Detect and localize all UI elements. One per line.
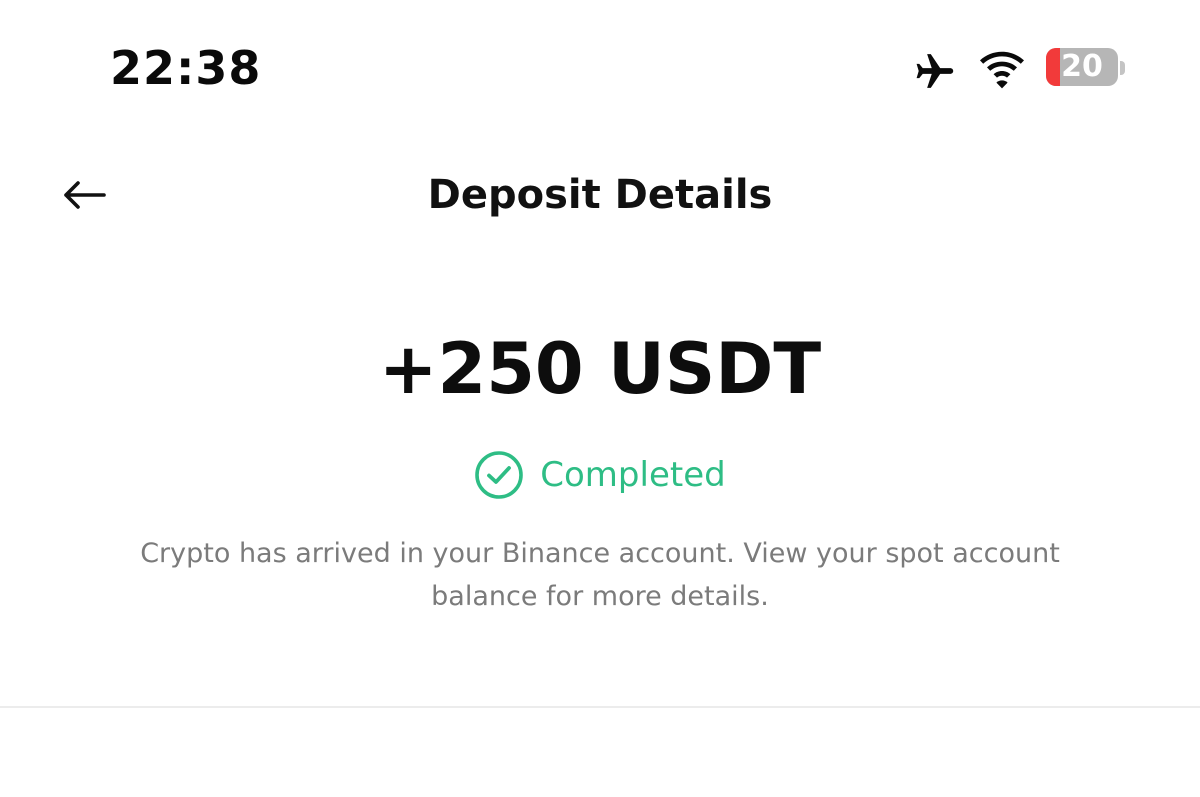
battery-cap [1120, 61, 1125, 75]
wifi-icon [980, 51, 1024, 89]
battery-icon: 20 [1046, 48, 1118, 86]
battery-level-text: 20 [1061, 49, 1103, 84]
section-divider [0, 706, 1200, 708]
status-time: 22:38 [110, 41, 262, 95]
page-header: Deposit Details [0, 150, 1200, 240]
status-label: Completed [540, 455, 726, 495]
deposit-status: Completed [0, 450, 1200, 506]
check-circle-icon [475, 451, 524, 499]
deposit-description: Crypto has arrived in your Binance accou… [140, 538, 1060, 612]
page-title: Deposit Details [427, 172, 773, 218]
status-bar: 22:38 20 [0, 0, 1200, 130]
deposit-amount: +250 USDT [378, 328, 822, 410]
airplane-mode-icon [916, 54, 954, 88]
